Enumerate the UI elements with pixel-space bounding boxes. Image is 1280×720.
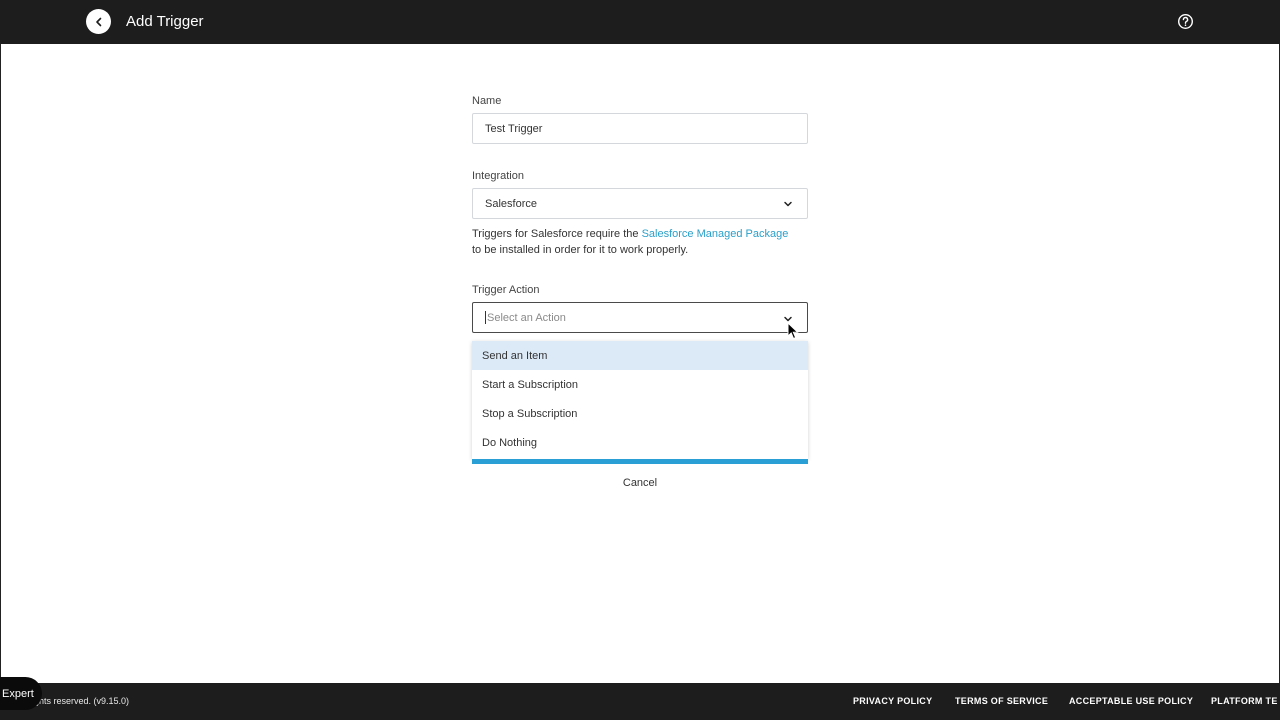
dropdown-option-stop-subscription[interactable]: Stop a Subscription	[472, 399, 808, 428]
dropdown-option-start-subscription[interactable]: Start a Subscription	[472, 370, 808, 399]
cancel-button[interactable]: Cancel	[600, 477, 680, 489]
acceptable-use-policy-link[interactable]: ACCEPTABLE USE POLICY	[1069, 696, 1193, 706]
integration-select-value: Salesforce	[485, 197, 537, 210]
help-text-before: Triggers for Salesforce require the	[472, 228, 642, 240]
chevron-down-icon	[784, 201, 792, 207]
salesforce-package-link[interactable]: Salesforce Managed Package	[642, 228, 789, 240]
page-border-left	[0, 44, 1, 683]
privacy-policy-link[interactable]: PRIVACY POLICY	[853, 696, 932, 706]
trigger-action-dropdown: Send an Item Start a Subscription Stop a…	[472, 341, 808, 459]
integration-label: Integration	[472, 170, 524, 182]
submit-button-edge[interactable]	[472, 459, 808, 464]
platform-terms-link[interactable]: PLATFORM TE	[1211, 696, 1278, 706]
dropdown-option-do-nothing[interactable]: Do Nothing	[472, 428, 808, 457]
trigger-action-placeholder: Select an Action	[487, 311, 566, 324]
page-title: Add Trigger	[126, 13, 204, 30]
mouse-cursor-icon	[787, 322, 799, 340]
name-label: Name	[472, 95, 502, 107]
text-caret	[485, 311, 486, 324]
dropdown-option-send-an-item[interactable]: Send an Item	[472, 341, 808, 370]
chevron-left-icon	[95, 17, 101, 26]
expert-badge[interactable]: Expert	[0, 677, 42, 710]
trigger-action-select[interactable]: Select an Action	[472, 302, 808, 333]
footer: ghts reserved. (v9.15.0) PRIVACY POLICY …	[0, 683, 1280, 720]
terms-of-service-link[interactable]: TERMS OF SERVICE	[955, 696, 1048, 706]
trigger-action-label: Trigger Action	[472, 284, 540, 296]
help-text-after: to be installed in order for it to work …	[472, 244, 689, 256]
question-circle-icon	[1177, 13, 1194, 30]
integration-select[interactable]: Salesforce	[472, 188, 808, 219]
name-input-value: Test Trigger	[485, 122, 543, 135]
copyright-text: ghts reserved. (v9.15.0)	[34, 696, 130, 706]
top-bar: Add Trigger	[0, 0, 1280, 44]
back-button[interactable]	[86, 9, 111, 34]
integration-help-text: Triggers for Salesforce require the Sale…	[472, 226, 812, 258]
name-input[interactable]: Test Trigger	[472, 113, 808, 144]
help-button[interactable]	[1177, 13, 1194, 30]
